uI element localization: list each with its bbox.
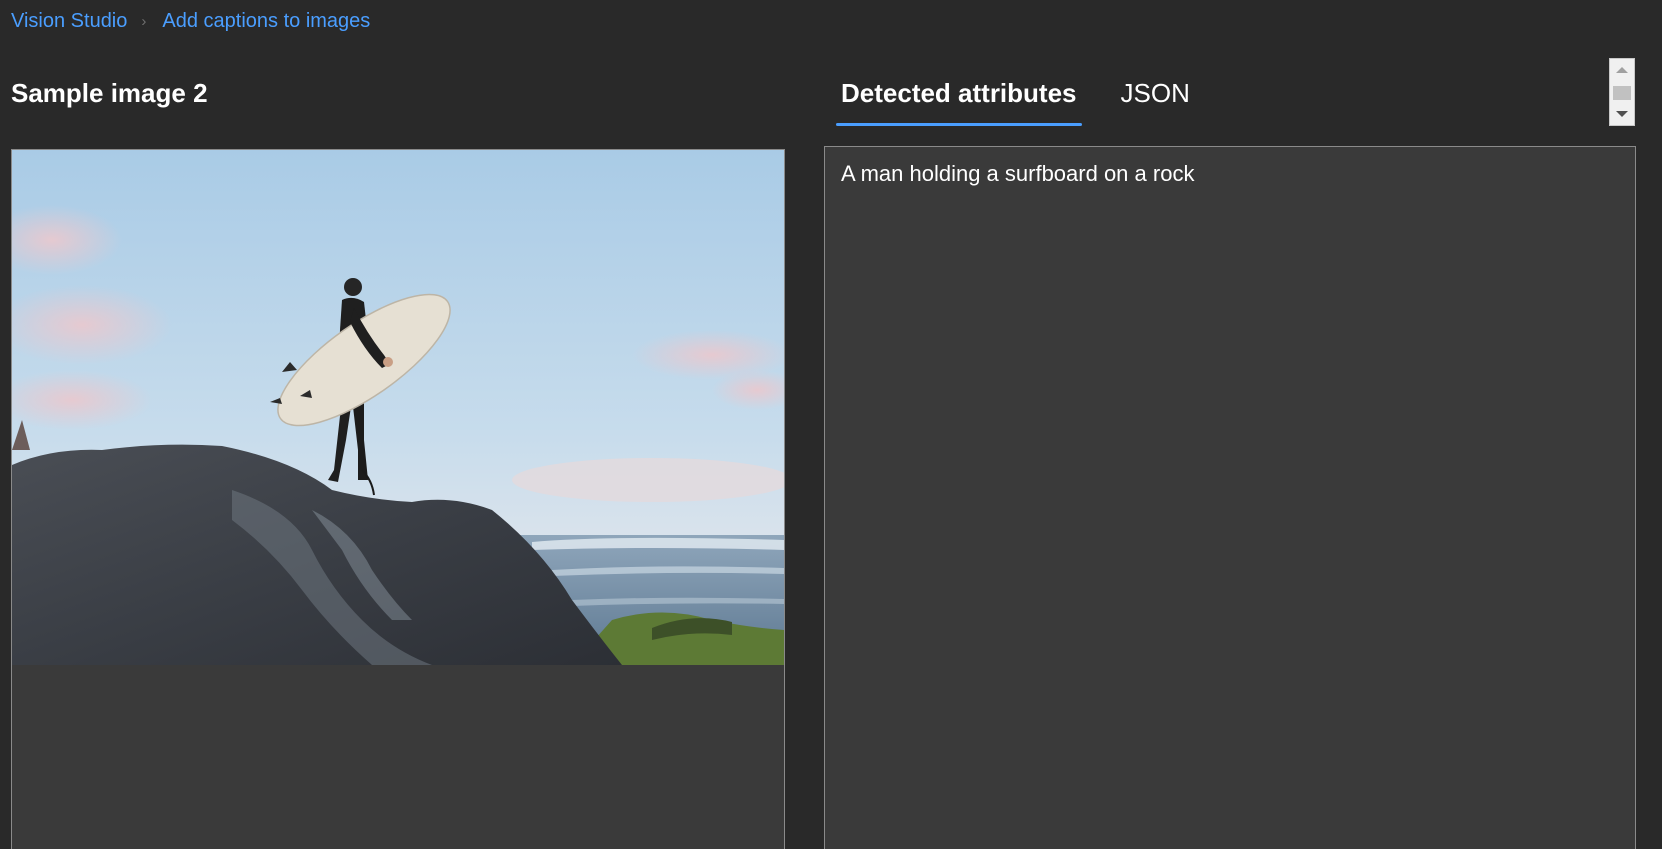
sample-image-title: Sample image 2	[11, 78, 208, 108]
detected-attributes-panel: A man holding a surfboard on a rock	[824, 146, 1636, 849]
tab-json[interactable]: JSON	[1116, 66, 1195, 126]
scroll-up-arrow-icon[interactable]	[1616, 67, 1628, 73]
tab-detected-attributes[interactable]: Detected attributes	[836, 66, 1082, 126]
breadcrumb-link-vision-studio[interactable]: Vision Studio	[11, 10, 127, 33]
breadcrumb: Vision Studio › Add captions to images	[11, 10, 370, 33]
chevron-right-icon: ›	[141, 13, 147, 30]
page: Vision Studio › Add captions to images S…	[0, 0, 1662, 849]
breadcrumb-link-add-captions[interactable]: Add captions to images	[162, 10, 370, 33]
scroll-thumb[interactable]	[1613, 86, 1631, 100]
scroll-down-arrow-icon[interactable]	[1616, 111, 1628, 117]
result-tabs: Detected attributes JSON	[836, 66, 1195, 128]
sample-image	[12, 150, 784, 665]
image-panel	[11, 149, 785, 849]
caption-result-text: A man holding a surfboard on a rock	[841, 161, 1195, 186]
scrollbar[interactable]	[1609, 58, 1635, 126]
